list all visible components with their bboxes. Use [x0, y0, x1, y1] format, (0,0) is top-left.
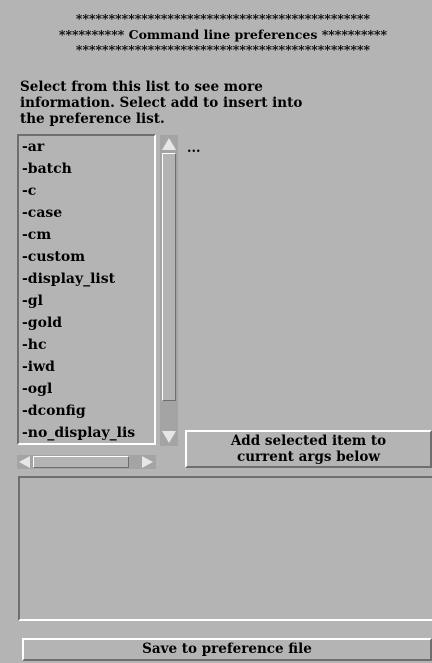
vertical-scroll-thumb[interactable] — [162, 153, 176, 401]
item-info-text: ... — [187, 141, 201, 156]
list-item[interactable]: -ar — [22, 136, 154, 158]
add-button-label-line-2: current args below — [237, 449, 380, 465]
list-item[interactable]: -ogl — [22, 378, 154, 400]
save-to-preference-file-button[interactable]: Save to preference file — [22, 638, 432, 661]
add-button-label-line-1: Add selected item to — [230, 433, 387, 449]
list-item[interactable]: -display_list — [22, 268, 154, 290]
scroll-up-arrow-icon[interactable] — [162, 138, 176, 150]
list-item[interactable]: -hc — [22, 334, 154, 356]
options-listbox[interactable]: -ar -batch -c -case -cm -custom -display… — [17, 134, 156, 445]
list-item[interactable]: -batch — [22, 158, 154, 180]
list-item[interactable]: -iwd — [22, 356, 154, 378]
banner-line-3: ****************************************… — [75, 42, 371, 57]
vertical-scrollbar[interactable] — [160, 135, 178, 446]
current-args-textarea[interactable] — [18, 476, 432, 621]
banner-line-1: ****************************************… — [75, 11, 371, 26]
banner-title: ********** Command line preferences ****… — [58, 27, 388, 42]
list-item[interactable]: -no_display_lis — [22, 422, 154, 443]
scroll-down-arrow-icon[interactable] — [162, 431, 176, 443]
scroll-left-arrow-icon[interactable] — [19, 456, 30, 468]
scroll-right-arrow-icon[interactable] — [142, 456, 153, 468]
list-item[interactable]: -custom — [22, 246, 154, 268]
instructions-text: Select from this list to see more inform… — [20, 79, 303, 127]
list-item[interactable]: -dconfig — [22, 400, 154, 422]
list-item[interactable]: -cm — [22, 224, 154, 246]
horizontal-scrollbar[interactable] — [17, 455, 156, 469]
list-item[interactable]: -gold — [22, 312, 154, 334]
list-item[interactable]: -case — [22, 202, 154, 224]
add-selected-item-button[interactable]: Add selected item to current args below — [185, 430, 432, 468]
list-item[interactable]: -c — [22, 180, 154, 202]
horizontal-scroll-thumb[interactable] — [33, 456, 129, 468]
list-item[interactable]: -gl — [22, 290, 154, 312]
